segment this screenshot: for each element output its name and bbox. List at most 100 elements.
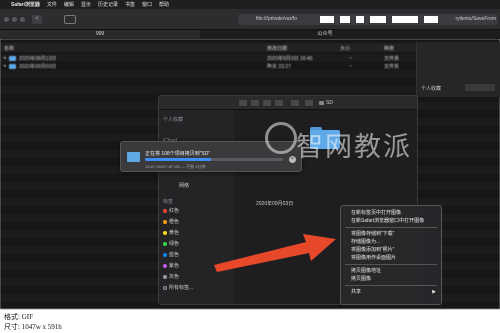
menu-app-name[interactable]: Safari浏览器 xyxy=(11,1,40,8)
watermark-logo-icon xyxy=(265,122,297,154)
view-list-icon[interactable] xyxy=(251,100,259,106)
sidebar-tag-purple[interactable]: 紫色 xyxy=(169,262,179,269)
menu-share[interactable]: 共享 ▶ xyxy=(341,288,441,296)
redaction-mark xyxy=(356,16,364,23)
tag-gray-icon xyxy=(163,275,167,279)
action-gear-icon[interactable] xyxy=(305,100,313,106)
menu-open-image-new-window[interactable]: 在新Safari浏览器窗口中打开图像 xyxy=(341,217,441,225)
row-size: -- xyxy=(349,63,353,69)
tab-official-account[interactable]: 公众号 xyxy=(200,30,450,39)
sidebar-tag-blue[interactable]: 蓝色 xyxy=(169,251,179,258)
all-tags-icon xyxy=(163,286,167,290)
column-kind[interactable]: 种类 xyxy=(384,45,394,52)
folder-icon xyxy=(9,56,16,61)
copy-message: 正在将 108个项目拷贝到“SD” xyxy=(145,151,211,157)
cancel-copy-button[interactable]: × xyxy=(289,156,296,163)
browser-toolbar: < > file:///private/var/fo ryitems/SaveF… xyxy=(0,9,500,30)
disclosure-triangle-icon[interactable]: ▸ xyxy=(4,55,7,61)
finder-title: SD xyxy=(319,100,333,106)
address-text-end: ryitems/SaveFrom xyxy=(455,16,496,22)
view-icons-icon[interactable] xyxy=(239,100,247,106)
menu-copy-image-address[interactable]: 拷贝图像地址 xyxy=(341,267,441,275)
column-modified[interactable]: 修改日期 xyxy=(267,45,287,52)
sidebar-all-tags[interactable]: 所有标签... xyxy=(169,284,193,291)
menu-copy-image[interactable]: 拷贝图像 xyxy=(341,275,441,283)
tab-999[interactable]: 999 xyxy=(0,30,200,39)
tag-orange-icon xyxy=(163,220,167,224)
menu-file[interactable]: 文件 xyxy=(47,1,57,8)
row-name: 2020年09月03日 xyxy=(19,64,57,70)
copy-detail: 13.67 GB/27.87 GB — 不到 1分钟 xyxy=(145,164,206,169)
tag-yellow-icon xyxy=(163,231,167,235)
panel-label: 个人收藏 xyxy=(421,86,442,92)
menu-help[interactable]: 帮助 xyxy=(159,1,169,8)
menu-separator xyxy=(345,264,437,265)
redaction-mark xyxy=(370,16,386,23)
sidebar-item-network[interactable]: 网络 xyxy=(179,182,189,189)
copy-progress-bar xyxy=(145,158,283,161)
row-size: -- xyxy=(349,55,353,61)
menu-separator xyxy=(345,227,437,228)
column-size[interactable]: 大小 xyxy=(340,45,350,52)
tag-red-icon xyxy=(163,209,167,213)
menu-use-as-desktop[interactable]: 将图像用作桌面图片 xyxy=(341,254,441,262)
redaction-mark xyxy=(320,16,334,23)
row-kind: 文件夹 xyxy=(384,56,400,62)
disclosure-triangle-icon[interactable]: ▸ xyxy=(4,63,7,69)
redaction-mark xyxy=(392,16,418,23)
row-name: 2020年08月13日 xyxy=(19,56,57,62)
caption-format: 格式: GIF xyxy=(4,313,33,321)
sidebar-toggle-button[interactable] xyxy=(64,15,76,24)
red-arrow-icon xyxy=(214,234,336,272)
view-gallery-icon[interactable] xyxy=(275,100,283,106)
finder-sidebar: 个人收藏 iCloud 网络 标签 红色 橙色 黄色 绿色 蓝色 紫色 灰色 所… xyxy=(159,110,234,304)
background-finder-panel: 个人收藏 xyxy=(416,42,500,97)
sidebar-section-favorites: 个人收藏 xyxy=(163,117,184,123)
menu-add-image-photos[interactable]: 将图像添加到“照片” xyxy=(341,246,441,254)
close-window-button[interactable] xyxy=(4,17,9,22)
submenu-arrow-icon: ▶ xyxy=(432,289,436,295)
row-modified: 昨天 23:27 xyxy=(267,64,291,70)
menu-window[interactable]: 窗口 xyxy=(142,1,152,8)
menu-edit[interactable]: 编辑 xyxy=(64,1,74,8)
address-text: file:///private/var/fo xyxy=(256,16,297,22)
row-modified: 2020年9月3日 16:45 xyxy=(267,56,313,62)
menu-view[interactable]: 显示 xyxy=(81,1,91,8)
copy-progress-fill xyxy=(145,158,212,161)
caption-size: 尺寸: 1047w x 591h xyxy=(4,323,62,331)
sidebar-section-tags: 标签 xyxy=(163,199,174,205)
sidebar-tag-gray[interactable]: 灰色 xyxy=(169,273,179,280)
image-caption: 格式: GIF 尺寸: 1047w x 591h xyxy=(4,312,204,332)
menu-bookmarks[interactable]: 书签 xyxy=(125,1,135,8)
menu-save-image-downloads[interactable]: 将图像存储到“下载” xyxy=(341,230,441,238)
sidebar-tag-red[interactable]: 红色 xyxy=(169,207,179,214)
sidebar-tag-orange[interactable]: 橙色 xyxy=(169,218,179,225)
menu-bar: Safari浏览器 文件 编辑 显示 历史记录 书签 窗口 帮助 xyxy=(0,0,500,9)
back-button[interactable]: < xyxy=(32,15,42,24)
panel-button[interactable] xyxy=(465,84,495,91)
tag-green-icon xyxy=(163,242,167,246)
address-bar[interactable]: file:///private/var/fo ryitems/SaveFrom xyxy=(238,14,498,25)
tag-blue-icon xyxy=(163,253,167,257)
folder-icon xyxy=(127,152,140,162)
minimize-window-button[interactable] xyxy=(12,17,17,22)
context-menu: 在新标签页中打开图像 在新Safari浏览器窗口中打开图像 将图像存储到“下载”… xyxy=(340,205,442,305)
redaction-mark xyxy=(424,16,438,23)
menu-open-image-new-tab[interactable]: 在新标签页中打开图像 xyxy=(341,209,441,217)
tag-purple-icon xyxy=(163,264,167,268)
view-columns-icon[interactable] xyxy=(263,100,271,106)
redaction-mark xyxy=(340,16,350,23)
sidebar-tag-yellow[interactable]: 黄色 xyxy=(169,229,179,236)
sidebar-tag-green[interactable]: 绿色 xyxy=(169,240,179,247)
row-kind: 文件夹 xyxy=(384,64,400,70)
zoom-window-button[interactable] xyxy=(20,17,25,22)
watermark-text: 智网教派 xyxy=(296,132,412,163)
column-name[interactable]: 名称 xyxy=(4,45,14,52)
finder-toolbar: SD xyxy=(159,96,417,110)
menu-separator xyxy=(345,285,437,286)
tab-bar: 999 公众号 xyxy=(0,30,500,39)
group-icon[interactable] xyxy=(291,100,299,106)
menu-history[interactable]: 历史记录 xyxy=(98,1,118,8)
menu-save-image-as[interactable]: 存储图像为... xyxy=(341,238,441,246)
folder-label[interactable]: 2020年09月03日 xyxy=(256,200,293,207)
